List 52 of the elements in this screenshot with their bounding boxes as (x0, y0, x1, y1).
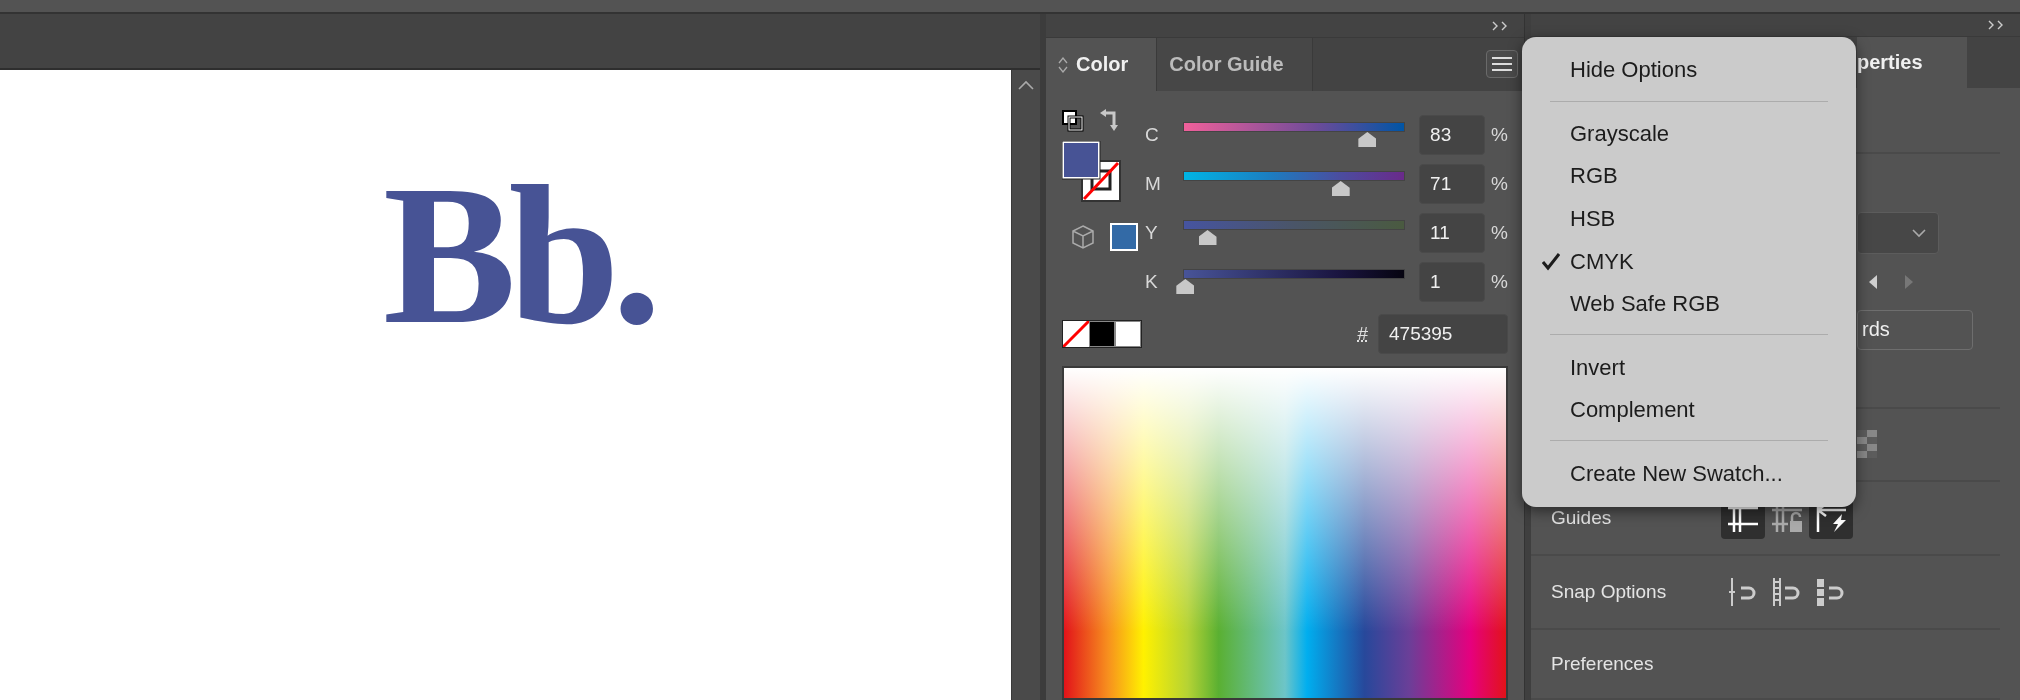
checkmark-icon (1542, 253, 1560, 272)
channel-label: Y (1144, 222, 1159, 244)
hex-label: # (1357, 323, 1368, 345)
menu-icon (1492, 57, 1512, 71)
menu-item[interactable]: Create New Swatch... (1522, 452, 1856, 495)
unit-label: % (1491, 222, 1508, 244)
row-label: Snap Options (1551, 581, 1668, 604)
color-spectrum[interactable] (1062, 366, 1508, 700)
value-field[interactable]: 1 (1419, 262, 1486, 302)
menu-item[interactable]: HSB (1522, 197, 1856, 241)
row-label: Guides (1551, 506, 1613, 529)
cube-icon[interactable] (1072, 225, 1094, 249)
swap-icon[interactable] (1098, 109, 1120, 133)
menu-button[interactable] (1486, 50, 1518, 78)
menu-item[interactable]: CMYK (1522, 240, 1856, 283)
menu-item[interactable]: Web Safe RGB (1522, 282, 1856, 326)
slider-thumb[interactable] (1176, 279, 1195, 294)
none-swatch[interactable] (1063, 321, 1089, 347)
hex-field[interactable]: 475395 (1378, 314, 1508, 354)
chevron-down-icon[interactable] (1912, 227, 1926, 238)
unit-label: % (1491, 271, 1508, 293)
channel-label: M (1144, 173, 1162, 195)
scroll-up-icon[interactable] (1018, 80, 1034, 90)
artboards-button[interactable]: rds (1857, 309, 1973, 350)
menu-item[interactable]: Grayscale (1522, 112, 1856, 156)
slider-thumb[interactable] (1198, 230, 1217, 245)
unit-label: % (1491, 124, 1508, 146)
panel-tab[interactable]: perties (1857, 37, 1967, 89)
slider-thumb[interactable] (1358, 132, 1377, 147)
previous-icon[interactable] (1867, 273, 1879, 290)
value-field[interactable]: 11 (1419, 213, 1486, 253)
expand-icon[interactable] (1058, 56, 1068, 73)
value-field[interactable]: 83 (1419, 115, 1486, 155)
channel-label: K (1144, 271, 1159, 293)
logo-text: Bb. (383, 150, 655, 360)
row-label: Preferences (1551, 653, 1655, 676)
swatch[interactable] (1089, 321, 1115, 347)
checkerboard-icon[interactable] (1857, 430, 1877, 459)
unit-label: % (1491, 173, 1508, 195)
channel-label: C (1144, 124, 1160, 146)
swatch[interactable] (1115, 321, 1141, 347)
panel-tab[interactable]: Color (1046, 38, 1158, 91)
menu-item[interactable]: Invert (1522, 346, 1856, 389)
gamut-swatch[interactable] (1110, 223, 1138, 251)
panel-tab[interactable]: Color Guide (1157, 38, 1313, 91)
menu-item[interactable]: RGB (1522, 155, 1856, 198)
default-colors-icon[interactable] (1062, 110, 1084, 132)
menu-item[interactable]: Complement (1522, 388, 1856, 432)
fill-stroke-swatches[interactable] (1062, 141, 1122, 203)
menu-item[interactable]: Hide Options (1522, 49, 1856, 92)
slider-thumb[interactable] (1331, 181, 1350, 196)
value-field[interactable]: 71 (1419, 164, 1486, 204)
